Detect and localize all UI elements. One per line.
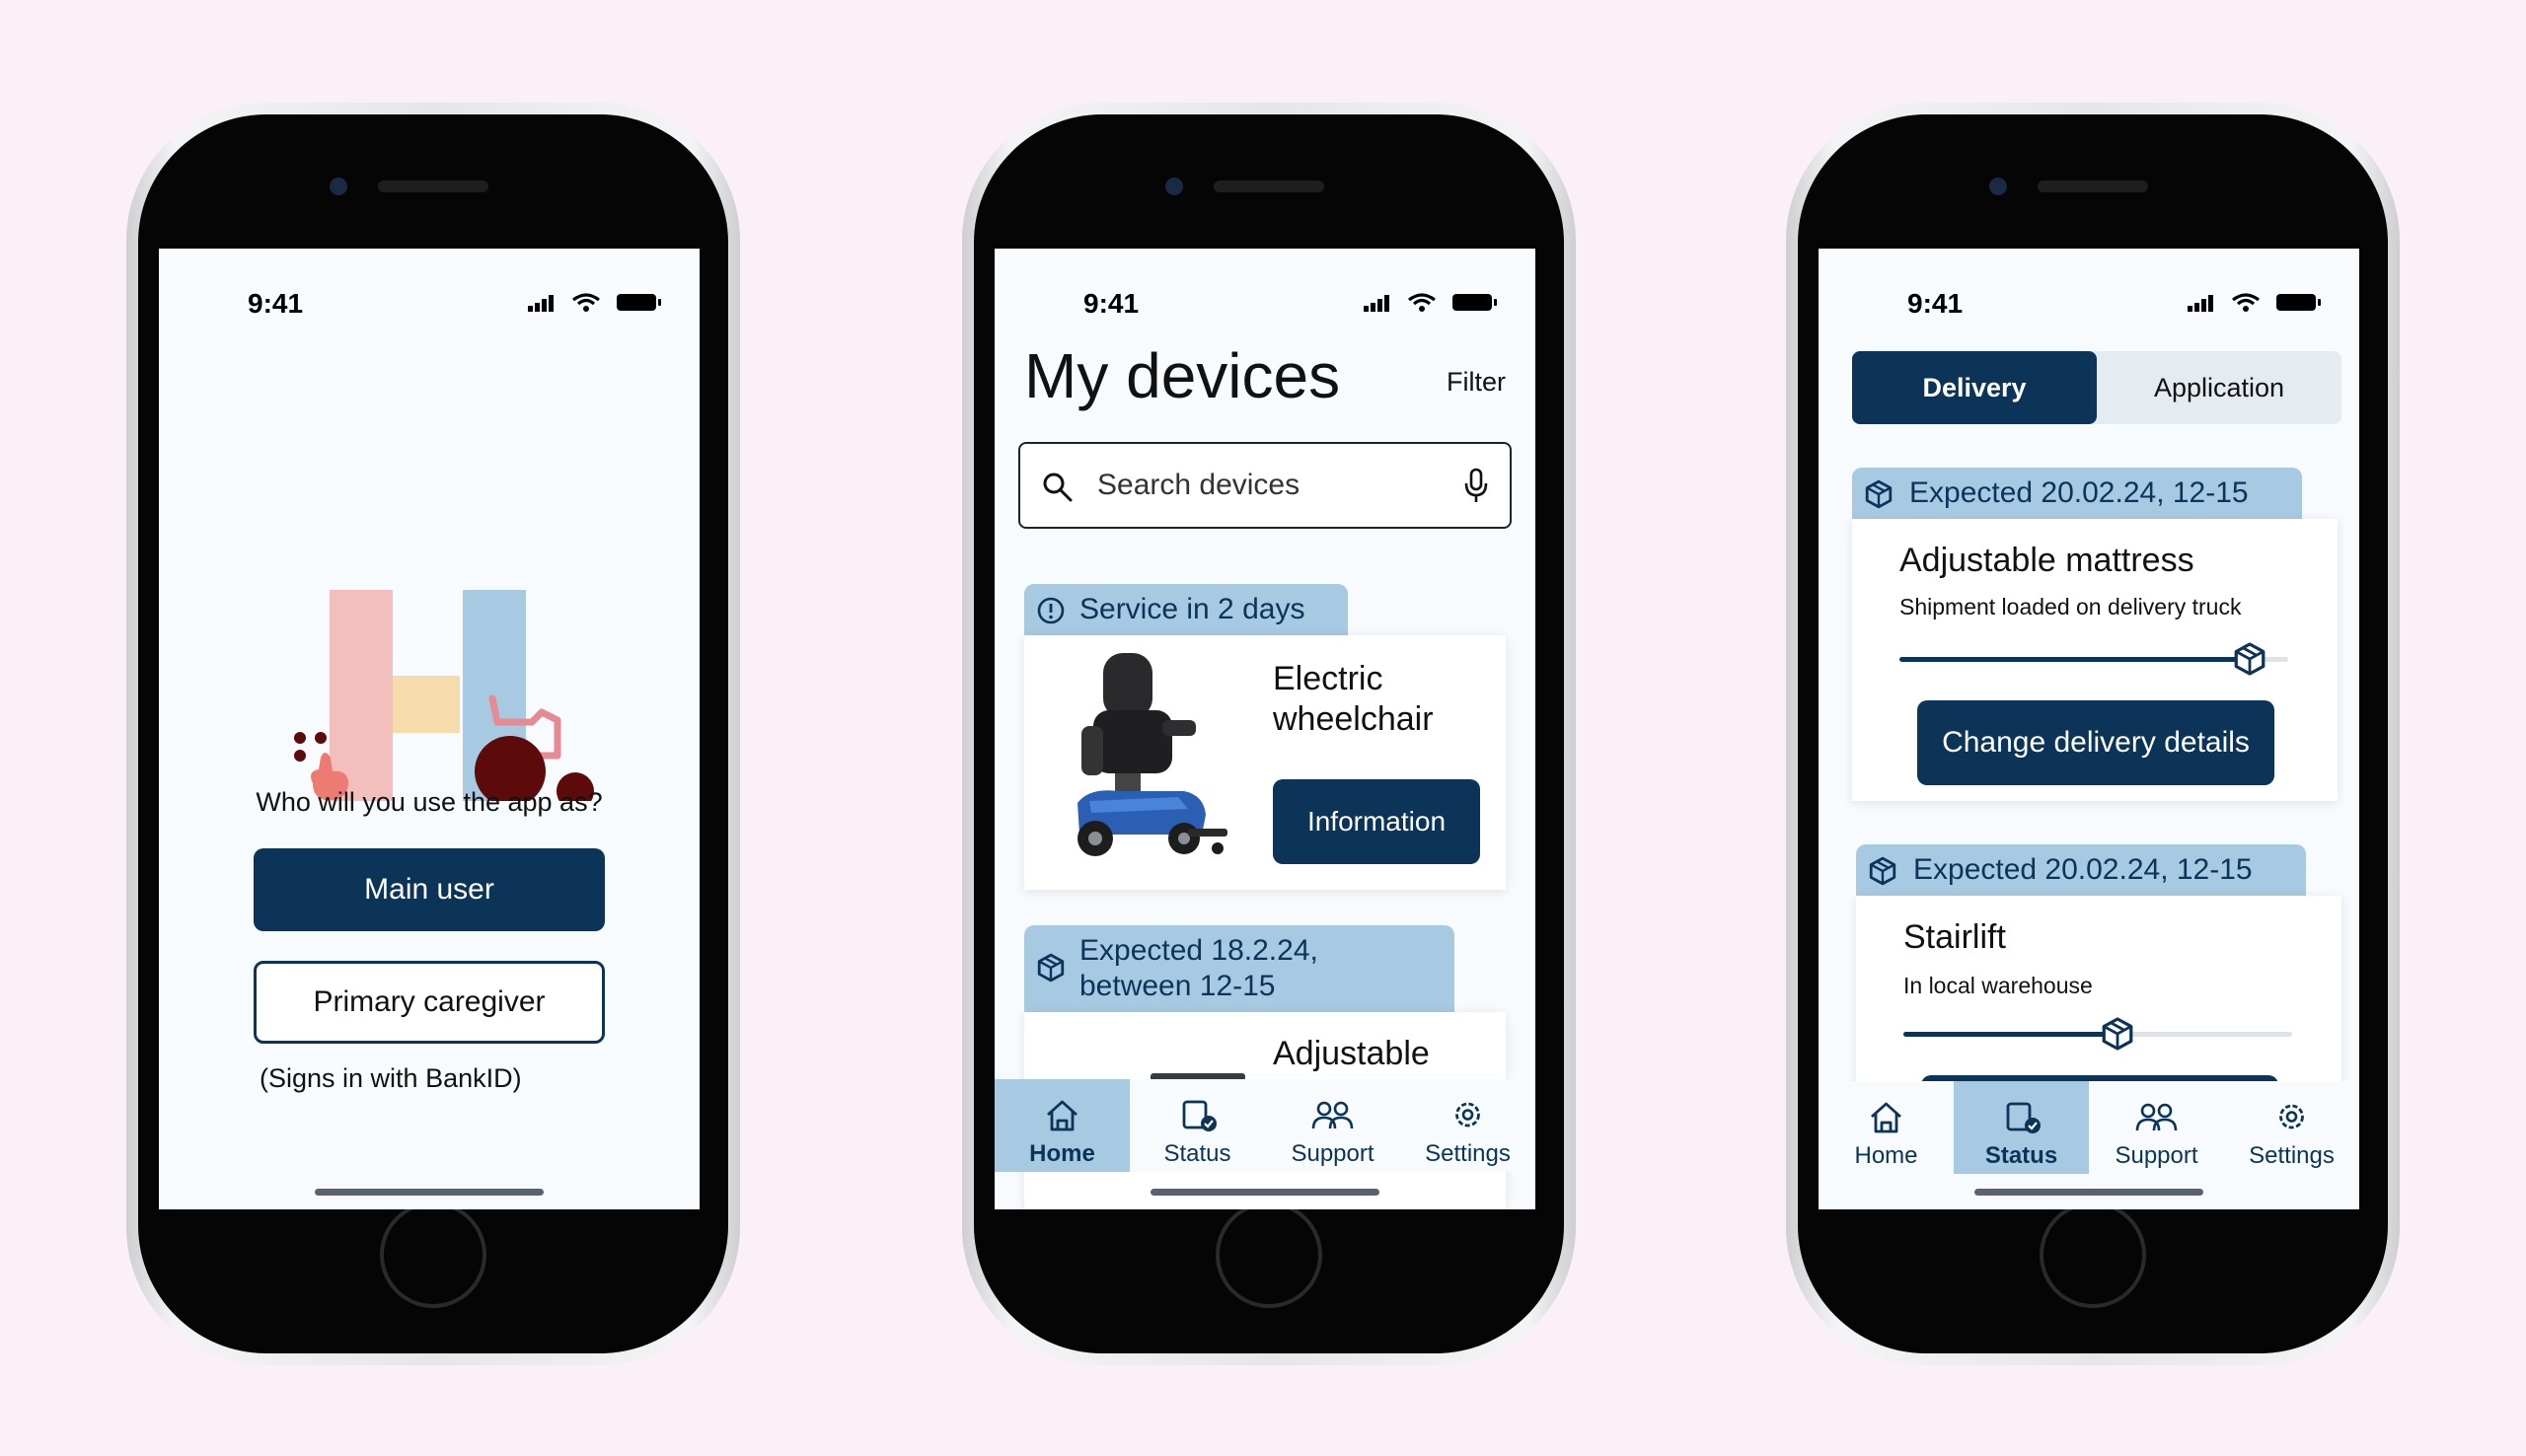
tab-home[interactable]: Home	[1819, 1081, 1954, 1174]
expected-tag-line1: Expected 18.2.24,	[1079, 934, 1318, 967]
signal-icon	[2188, 295, 2213, 312]
front-camera	[1989, 178, 2007, 195]
tab-support[interactable]: Support	[1265, 1079, 1400, 1172]
expected-tag-text: Expected 20.02.24, 12-15	[1913, 853, 2253, 886]
package-icon	[2234, 642, 2266, 676]
tab-label: Status	[1984, 1142, 2058, 1169]
home-indicator[interactable]	[315, 1189, 544, 1196]
settings-icon	[1455, 1102, 1480, 1128]
my-devices-screen: 9:41 My devices Filter Search devices Se…	[995, 249, 1535, 1209]
segmented-control: Delivery Application	[1852, 351, 2341, 424]
package-icon	[1865, 479, 1893, 509]
home-hardware-button[interactable]	[1216, 1201, 1322, 1308]
device-card-wheelchair[interactable]: Electric wheelchair Information	[1024, 635, 1506, 890]
tab-settings[interactable]: Settings	[1400, 1079, 1535, 1172]
home-indicator[interactable]	[1974, 1189, 2203, 1196]
wifi-icon	[2231, 293, 2261, 314]
wheelchair-photo	[1077, 653, 1227, 856]
tab-support[interactable]: Support	[2089, 1081, 2224, 1174]
bankid-note: (Signs in with BankID)	[260, 1063, 522, 1093]
device-name: Electric wheelchair	[1273, 660, 1434, 738]
device-name: Adjustable	[1273, 1035, 1430, 1072]
main-user-button[interactable]: Main user	[254, 848, 605, 931]
tab-home[interactable]: Home	[995, 1079, 1130, 1172]
package-icon	[2102, 1017, 2133, 1051]
segment-delivery[interactable]: Delivery	[1852, 351, 2097, 424]
status-icon	[1182, 1100, 1217, 1131]
front-camera	[1165, 178, 1183, 195]
earpiece	[1214, 181, 1324, 192]
search-input[interactable]	[1095, 462, 1445, 509]
home-icon	[1871, 1102, 1901, 1133]
service-tag: Service in 2 days	[1024, 584, 1348, 635]
welcome-screen: 9:41 Who will you use the app as? Main u…	[159, 249, 700, 1209]
alert-icon	[1037, 597, 1065, 624]
primary-caregiver-button[interactable]: Primary caregiver	[254, 961, 605, 1044]
tab-label: Status	[1163, 1140, 1231, 1167]
tab-label: Settings	[2249, 1142, 2335, 1169]
expected-tag: Expected 18.2.24, between 12-15	[1024, 925, 1454, 1012]
tab-bar: Home Status Support Settings	[1819, 1081, 2359, 1174]
tab-label: Settings	[1425, 1140, 1511, 1167]
battery-icon	[1452, 294, 1497, 311]
page-title: My devices	[1024, 340, 1341, 411]
earpiece	[2038, 181, 2148, 192]
item-status: In local warehouse	[1903, 973, 2093, 998]
search-icon	[1043, 473, 1073, 502]
expected-tag-text: Expected 20.02.24, 12-15	[1909, 476, 2249, 509]
support-icon	[1311, 1101, 1354, 1129]
delivery-card-mattress: Adjustable mattress Shipment loaded on d…	[1852, 519, 2338, 801]
phone-mockup-3: 9:41 Delivery Application Expected 20.02…	[1786, 103, 2400, 1365]
status-bar: 9:41	[995, 288, 1535, 319]
role-prompt: Who will you use the app as?	[256, 787, 603, 817]
status-time: 9:41	[1907, 288, 1964, 319]
tab-bar: Home Status Support Settings	[995, 1079, 1535, 1172]
status-icons	[2188, 293, 2321, 314]
filter-button[interactable]: Filter	[1447, 367, 1506, 398]
status-icon	[2006, 1102, 2041, 1133]
tab-label: Home	[1854, 1142, 1918, 1169]
battery-icon	[2276, 294, 2321, 311]
welcome-illustration	[294, 590, 594, 801]
package-icon	[1037, 953, 1065, 983]
item-name: Adjustable mattress	[1899, 542, 2194, 579]
delivery-status-screen: 9:41 Delivery Application Expected 20.02…	[1819, 249, 2359, 1209]
settings-icon	[2279, 1104, 2304, 1129]
delivery-progress-fill	[1903, 1032, 2117, 1037]
status-time: 9:41	[1083, 288, 1140, 319]
change-delivery-button[interactable]: Change delivery details	[1917, 700, 2274, 785]
tab-status[interactable]: Status	[1130, 1079, 1265, 1172]
tab-label: Support	[1291, 1140, 1374, 1167]
expected-tag: Expected 20.02.24, 12-15	[1852, 468, 2302, 519]
front-camera	[330, 178, 347, 195]
status-bar: 9:41	[1819, 288, 2359, 319]
wifi-icon	[1407, 293, 1437, 314]
phone-mockup-1: 9:41 Who will you use the app as? Main u…	[126, 103, 740, 1365]
search-bar[interactable]	[1018, 442, 1512, 529]
home-indicator[interactable]	[1151, 1189, 1379, 1196]
home-icon	[1047, 1100, 1077, 1131]
delivery-progress-fill	[1899, 657, 2250, 662]
tab-status[interactable]: Status	[1954, 1081, 2089, 1174]
phone-mockup-2: 9:41 My devices Filter Search devices Se…	[962, 103, 1576, 1365]
tab-settings[interactable]: Settings	[2224, 1081, 2359, 1174]
expected-tag: Expected 20.02.24, 12-15	[1856, 844, 2306, 896]
status-icons	[1364, 293, 1497, 314]
segment-application[interactable]: Application	[2097, 351, 2341, 424]
tab-label: Support	[2115, 1142, 2198, 1169]
microphone-icon[interactable]	[1464, 468, 1488, 505]
support-icon	[2135, 1103, 2178, 1131]
item-name: Stairlift	[1903, 918, 2006, 956]
information-button[interactable]: Information	[1273, 779, 1480, 864]
earpiece	[378, 181, 488, 192]
package-icon	[1869, 856, 1896, 886]
item-status: Shipment loaded on delivery truck	[1899, 594, 2242, 619]
home-hardware-button[interactable]	[380, 1201, 486, 1308]
service-tag-text: Service in 2 days	[1079, 593, 1305, 625]
tab-label: Home	[1029, 1140, 1095, 1167]
signal-icon	[1364, 295, 1389, 312]
home-hardware-button[interactable]	[2040, 1201, 2146, 1308]
expected-tag-line2: between 12-15	[1079, 970, 1276, 1002]
